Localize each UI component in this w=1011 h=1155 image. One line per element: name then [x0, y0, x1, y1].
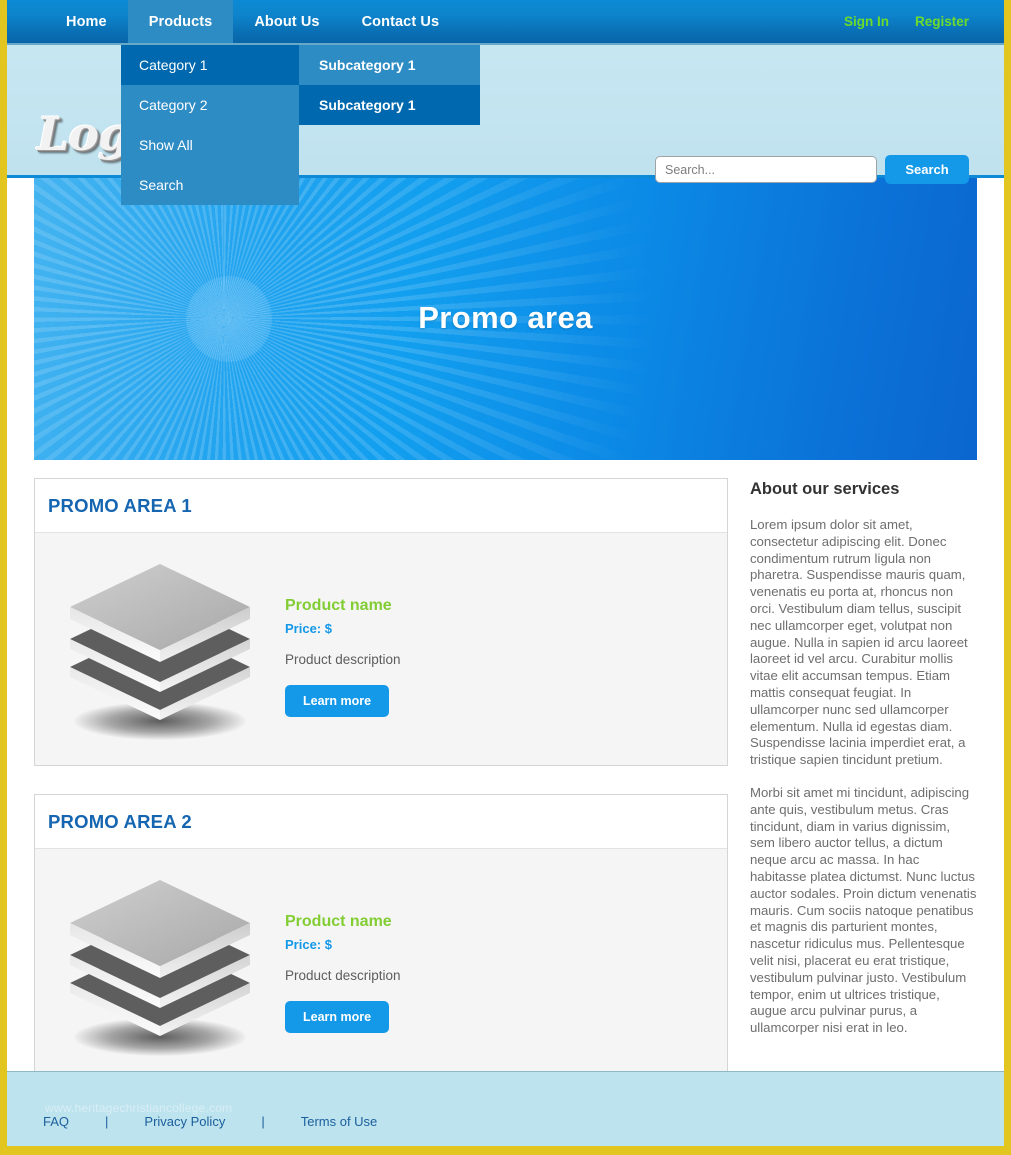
- promo-card-header: PROMO AREA 1: [35, 479, 727, 533]
- site-footer: www.heritagechristiancollege.com FAQ | P…: [7, 1071, 1004, 1146]
- product-price: Price: $: [285, 937, 332, 952]
- sidebar-title: About our services: [749, 480, 900, 498]
- footer-link-terms-of-use[interactable]: Terms of Use: [301, 1114, 378, 1129]
- product-name: Product name: [285, 913, 392, 930]
- dropdown-item-label: Category 2: [139, 97, 208, 113]
- dropdown-item-category-1[interactable]: Category 1: [121, 45, 299, 85]
- promo-card-2: PROMO AREA 2 Product name Price: $ Produ…: [34, 794, 728, 1082]
- dropdown-item-label: Search: [139, 177, 184, 193]
- learn-more-button[interactable]: Learn more: [285, 1001, 390, 1033]
- nav-item-products[interactable]: Products: [127, 0, 234, 43]
- learn-more-button[interactable]: Learn more: [285, 685, 390, 717]
- sidebar-paragraph-1: Lorem ipsum dolor sit amet, consectetur …: [749, 517, 968, 768]
- promo-card-1: PROMO AREA 1 Product name Price: $ Produ…: [34, 478, 728, 766]
- nav-item-contact-us[interactable]: Contact Us: [341, 0, 461, 43]
- main-column: PROMO AREA 1 Product name Price: $ Produ…: [34, 478, 728, 1110]
- product-image-2: [35, 865, 285, 1065]
- nav-item-label: Contact Us: [361, 13, 440, 30]
- site-watermark: www.heritagechristiancollege.com: [45, 1101, 233, 1115]
- footer-separator: |: [105, 1114, 109, 1129]
- page-root: Home Products About Us Contact Us Sign I…: [0, 0, 1011, 1155]
- stacked-cubes-icon: [64, 558, 256, 740]
- nav-item-label: About Us: [254, 13, 320, 30]
- search-button[interactable]: Search: [885, 155, 969, 184]
- subcategory-item-label: Subcategory 1: [319, 57, 416, 73]
- product-price: Price: $: [285, 621, 332, 636]
- dropdown-item-search[interactable]: Search: [121, 165, 299, 205]
- subcategory-item-label: Subcategory 1: [319, 97, 416, 113]
- subcategory-flyout-menu: Subcategory 1 Subcategory 1: [299, 45, 480, 125]
- subcategory-item-2[interactable]: Subcategory 1: [299, 85, 480, 125]
- subcategory-item-1[interactable]: Subcategory 1: [299, 45, 480, 85]
- stacked-cubes-icon: [64, 874, 256, 1056]
- dropdown-item-category-2[interactable]: Category 2: [121, 85, 299, 125]
- product-info-2: Product name Price: $ Product descriptio…: [285, 865, 401, 1065]
- promo-card-body: Product name Price: $ Product descriptio…: [35, 533, 727, 765]
- product-name: Product name: [285, 597, 392, 614]
- nav-item-about-us[interactable]: About Us: [233, 0, 340, 43]
- top-navigation-bar: Home Products About Us Contact Us Sign I…: [7, 0, 1004, 45]
- promo-card-body: Product name Price: $ Product descriptio…: [35, 849, 727, 1081]
- content-body: PROMO AREA 1 Product name Price: $ Produ…: [7, 460, 1004, 1110]
- dropdown-item-label: Show All: [139, 137, 193, 153]
- product-info-1: Product name Price: $ Product descriptio…: [285, 549, 401, 749]
- footer-link-privacy-policy[interactable]: Privacy Policy: [144, 1114, 225, 1129]
- dropdown-item-label: Category 1: [139, 57, 208, 73]
- primary-nav: Home Products About Us Contact Us: [45, 0, 460, 43]
- promo-banner[interactable]: Promo area: [34, 178, 977, 460]
- nav-item-home[interactable]: Home: [45, 0, 128, 43]
- cube-slab-top: [64, 874, 256, 982]
- nav-item-label: Home: [66, 13, 107, 30]
- promo-card-header: PROMO AREA 2: [35, 795, 727, 849]
- promo-card-title: PROMO AREA 2: [48, 811, 192, 832]
- dropdown-item-show-all[interactable]: Show All: [121, 125, 299, 165]
- register-link[interactable]: Register: [915, 14, 969, 29]
- product-image-1: [35, 549, 285, 749]
- sign-in-link[interactable]: Sign In: [844, 14, 889, 29]
- footer-separator: |: [261, 1114, 265, 1129]
- promo-card-title: PROMO AREA 1: [48, 495, 192, 516]
- footer-link-faq[interactable]: FAQ: [43, 1114, 69, 1129]
- footer-links: FAQ | Privacy Policy | Terms of Use: [43, 1114, 377, 1129]
- search-input[interactable]: [655, 156, 877, 183]
- cube-slab-top: [64, 558, 256, 666]
- product-description: Product description: [285, 652, 401, 667]
- auth-nav: Sign In Register: [844, 0, 1004, 43]
- header-search: Search: [655, 155, 969, 184]
- products-dropdown-menu: Category 1 Category 2 Show All Search: [121, 45, 299, 205]
- product-description: Product description: [285, 968, 401, 983]
- nav-item-label: Products: [148, 13, 213, 30]
- banner-area: Promo area: [7, 178, 1004, 460]
- promo-banner-title: Promo area: [418, 300, 593, 335]
- sidebar-about: About our services Lorem ipsum dolor sit…: [750, 478, 977, 1110]
- sidebar-paragraph-2: Morbi sit amet mi tincidunt, adipiscing …: [749, 784, 977, 1036]
